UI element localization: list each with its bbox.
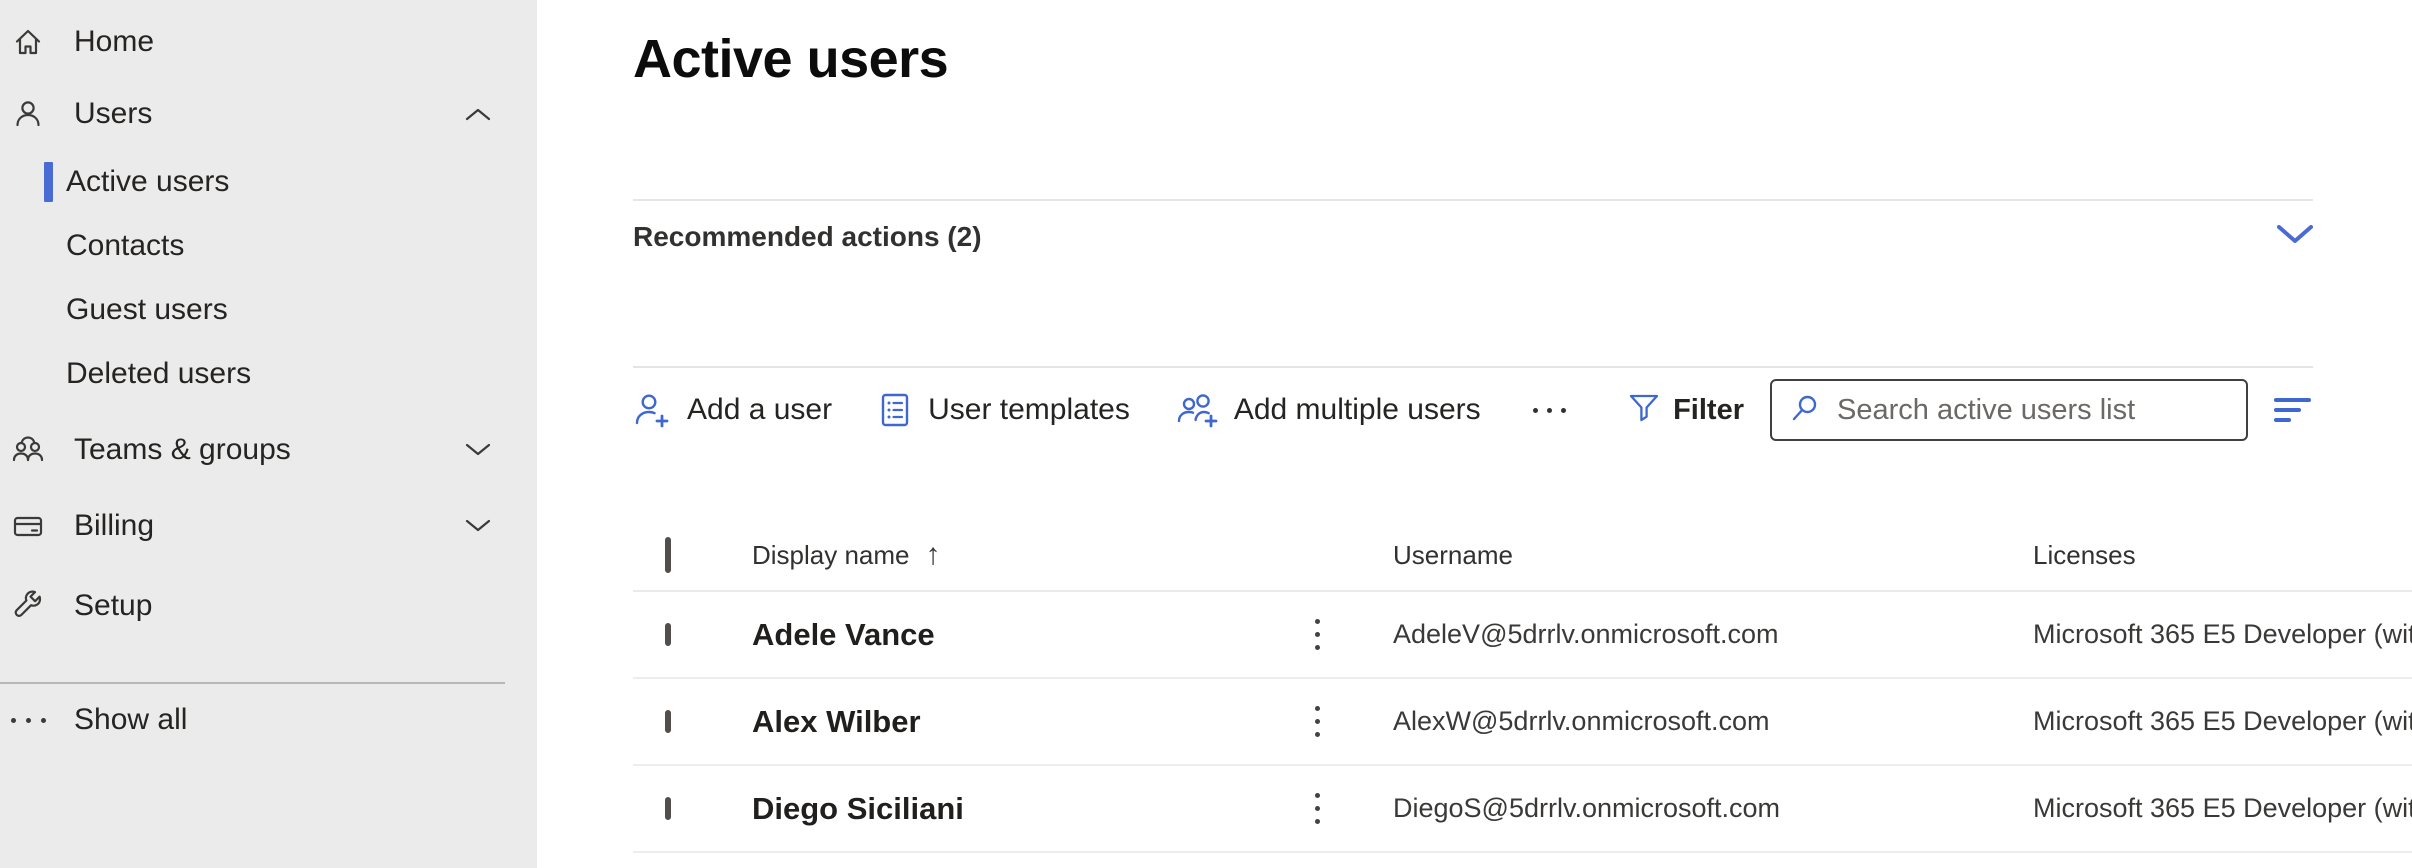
sort-ascending-icon: ↑ — [926, 538, 941, 572]
filter-label: Filter — [1673, 394, 1744, 427]
wrench-icon — [8, 590, 48, 622]
sidebar-item-billing[interactable]: Billing — [0, 486, 537, 566]
more-dots-icon — [8, 718, 48, 723]
sidebar-item-label: Setup — [74, 589, 152, 623]
user-templates-button[interactable]: User templates — [878, 392, 1130, 428]
main-content: Active users Recommended actions (2) Add… — [537, 0, 2412, 868]
people-icon — [8, 434, 48, 466]
toolbar-right: Filter — [1628, 379, 2313, 441]
chevron-down-icon — [2277, 225, 2313, 250]
table-row: Diego Siciliani DiegoS@5drrlv.onmicrosof… — [633, 766, 2412, 853]
column-header-username[interactable]: Username — [1393, 540, 2033, 571]
filter-button[interactable]: Filter — [1628, 393, 1744, 428]
sidebar-item-label: Home — [74, 25, 154, 59]
funnel-icon — [1628, 393, 1660, 428]
section-divider — [633, 199, 2313, 201]
row-checkbox[interactable] — [665, 797, 671, 820]
button-label: User templates — [928, 393, 1130, 427]
sidebar-item-teams-groups[interactable]: Teams & groups — [0, 414, 537, 486]
select-all-checkbox[interactable] — [665, 537, 671, 573]
credit-card-icon — [8, 510, 48, 542]
column-label: Display name — [752, 540, 910, 571]
search-input[interactable] — [1835, 393, 2234, 428]
sidebar-item-label: Billing — [74, 509, 154, 543]
username-cell: AlexW@5drrlv.onmicrosoft.com — [1393, 706, 2033, 737]
page-title: Active users — [633, 28, 948, 90]
selected-indicator — [44, 162, 53, 202]
table-header: Display name ↑ Username Licenses — [633, 520, 2412, 592]
person-add-icon — [633, 392, 671, 428]
sidebar-item-label: Guest users — [66, 293, 228, 327]
filter-lines-icon[interactable] — [2272, 392, 2313, 428]
row-menu-button[interactable] — [1309, 700, 1393, 743]
sidebar-item-setup[interactable]: Setup — [0, 566, 537, 646]
section-divider — [633, 366, 2313, 368]
column-header-display-name[interactable]: Display name ↑ — [752, 538, 1305, 572]
display-name-link[interactable]: Diego Siciliani — [752, 791, 1305, 827]
sidebar-item-label: Teams & groups — [74, 433, 291, 467]
display-name-link[interactable]: Alex Wilber — [752, 704, 1305, 740]
row-checkbox[interactable] — [665, 710, 671, 733]
more-dots-icon — [1533, 408, 1538, 413]
licenses-cell: Microsoft 365 E5 Developer (without — [2033, 793, 2412, 824]
table-body: Adele Vance AdeleV@5drrlv.onmicrosoft.co… — [633, 592, 2412, 853]
button-label: Add multiple users — [1234, 393, 1481, 427]
search-box — [1770, 379, 2248, 441]
add-a-user-button[interactable]: Add a user — [633, 392, 832, 428]
sidebar-item-label: Deleted users — [66, 357, 251, 391]
row-menu-button[interactable] — [1309, 613, 1393, 656]
search-icon — [1790, 393, 1820, 428]
sidebar-item-label: Active users — [66, 165, 229, 199]
sidebar-item-home[interactable]: Home — [0, 6, 537, 78]
table-row: Adele Vance AdeleV@5drrlv.onmicrosoft.co… — [633, 592, 2412, 679]
licenses-cell: Microsoft 365 E5 Developer (without — [2033, 619, 2412, 650]
sidebar-item-guest-users[interactable]: Guest users — [0, 278, 537, 342]
display-name-link[interactable]: Adele Vance — [752, 617, 1305, 653]
sidebar-item-label: Users — [74, 97, 152, 131]
username-cell: DiegoS@5drrlv.onmicrosoft.com — [1393, 793, 2033, 824]
button-label: Add a user — [687, 393, 832, 427]
licenses-cell: Microsoft 365 E5 Developer (without — [2033, 706, 2412, 737]
sidebar: Home Users Active users Contacts Guest u… — [0, 0, 537, 868]
home-icon — [8, 26, 48, 58]
sidebar-item-label: Show all — [74, 703, 187, 737]
sidebar-item-contacts[interactable]: Contacts — [0, 214, 537, 278]
username-cell: AdeleV@5drrlv.onmicrosoft.com — [1393, 619, 2033, 650]
more-actions-button[interactable] — [1529, 398, 1570, 423]
chevron-down-icon — [465, 519, 491, 533]
sidebar-item-show-all[interactable]: Show all — [0, 684, 537, 756]
chevron-up-icon — [465, 107, 491, 121]
recommended-actions-expander[interactable]: Recommended actions (2) — [633, 210, 2313, 264]
template-list-icon — [878, 392, 912, 428]
sidebar-item-active-users[interactable]: Active users — [0, 150, 537, 214]
people-add-icon — [1176, 392, 1218, 428]
column-header-licenses[interactable]: Licenses — [2033, 540, 2412, 571]
sidebar-item-users[interactable]: Users — [0, 78, 537, 150]
recommended-actions-label: Recommended actions (2) — [633, 221, 982, 253]
add-multiple-users-button[interactable]: Add multiple users — [1176, 392, 1481, 428]
sidebar-item-label: Contacts — [66, 229, 184, 263]
table-row: Alex Wilber AlexW@5drrlv.onmicrosoft.com… — [633, 679, 2412, 766]
row-menu-button[interactable] — [1309, 787, 1393, 830]
person-icon — [8, 98, 48, 130]
chevron-down-icon — [465, 443, 491, 457]
toolbar: Add a user User templates Add multiple u… — [633, 374, 2313, 446]
row-checkbox[interactable] — [665, 623, 671, 646]
sidebar-item-deleted-users[interactable]: Deleted users — [0, 342, 537, 406]
